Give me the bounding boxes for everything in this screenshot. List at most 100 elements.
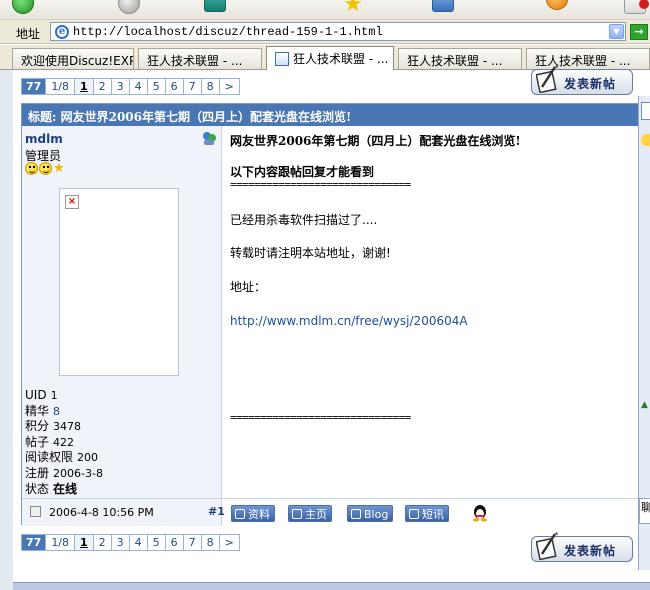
address-url[interactable]: http://localhost/discuz/thread-159-1-1.h…	[73, 25, 383, 39]
pager-page-6[interactable]: 6	[166, 535, 184, 550]
thread-box: 标题: 网友世界2006年第七期（四月上）配套光盘在线浏览! mdlm 管理员 …	[21, 103, 650, 526]
profile-value: 在线	[53, 481, 78, 496]
pager-position: 1/8	[46, 79, 76, 94]
panel-chat-button[interactable]: 聊	[639, 498, 650, 524]
profile-value: 3478	[53, 420, 82, 434]
post-footer: 2006-4-8 10:56 PM #1 资料 主页 Blog 短讯	[22, 498, 650, 526]
profile-row-status: 状态 在线	[25, 482, 103, 498]
pager-page-1[interactable]: 1	[75, 535, 94, 550]
browser-toolbar: ★	[0, 0, 650, 20]
repost-text: 转载时请注明本站地址，谢谢!	[230, 246, 391, 260]
post-body: mdlm 管理员 ★ × UID 1 精华 8 积分 3478 帖子 422 阅…	[22, 126, 650, 498]
pager-top: 77 1/8 1 2 3 4 5 6 7 8 >	[21, 78, 240, 95]
panel-smiley-icon[interactable]	[641, 134, 650, 146]
pager-page-5[interactable]: 5	[148, 79, 166, 94]
pager-page-3[interactable]: 3	[112, 535, 130, 550]
post-time: 2006-4-8 10:56 PM	[49, 506, 154, 519]
back-icon[interactable]	[12, 0, 34, 14]
pager-page-7[interactable]: 7	[184, 535, 202, 550]
profile-row-regdate: 注册 2006-3-8	[25, 466, 103, 482]
avatar: ×	[59, 188, 179, 376]
ie-page-icon: e	[55, 25, 69, 39]
post-heading: 网友世界2006年第七期（四月上）配套光盘在线浏览!	[230, 134, 521, 148]
profile-button[interactable]: 资料	[231, 505, 275, 522]
media-icon[interactable]	[546, 0, 568, 10]
select-post-checkbox[interactable]	[30, 506, 41, 517]
blog-icon	[351, 509, 361, 519]
right-side-panel: ▲ 聊	[638, 96, 650, 570]
profile-key: 帖子	[25, 434, 50, 449]
pager-total: 77	[22, 535, 47, 550]
address-label: 地址	[16, 27, 41, 41]
pager-next[interactable]: >	[220, 79, 239, 94]
msn-icon[interactable]	[201, 130, 217, 146]
pager-page-8[interactable]: 8	[202, 535, 220, 550]
smiley-rank-icon	[39, 162, 52, 175]
pager-page-6[interactable]: 6	[166, 79, 184, 94]
profile-value: 200	[77, 451, 99, 465]
profile-row-posts: 帖子 422	[25, 435, 103, 451]
profile-key: 状态	[25, 481, 50, 496]
new-post-button-top[interactable]: 发表新帖	[531, 65, 633, 95]
pager-page-2[interactable]: 2	[94, 535, 112, 550]
smiley-rank-icon	[25, 162, 38, 175]
profile-row-digest: 精华 8	[25, 404, 103, 420]
pager-page-8[interactable]: 8	[202, 79, 220, 94]
forum-content: 77 1/8 1 2 3 4 5 6 7 8 > 发表新帖 标题: 网友世界20…	[13, 65, 650, 590]
tab-2[interactable]: 狂人技术联盟 - ...	[138, 48, 262, 69]
pager-next[interactable]: >	[220, 535, 239, 550]
author-name[interactable]: mdlm	[25, 132, 63, 146]
next-section-border	[13, 582, 650, 590]
pager-page-3[interactable]: 3	[112, 79, 130, 94]
left-gutter	[0, 70, 13, 590]
mail-icon[interactable]	[624, 0, 649, 14]
address-dropdown-icon[interactable]: ▼	[609, 24, 624, 39]
post-content: 网友世界2006年第七期（四月上）配套光盘在线浏览! 以下内容跟帖回复才能看到 …	[223, 126, 650, 498]
panel-page-icon[interactable]	[641, 102, 650, 120]
qq-icon[interactable]	[472, 504, 488, 522]
star-rank-icon: ★	[53, 161, 65, 176]
pager-page-2[interactable]: 2	[94, 79, 112, 94]
author-profile: UID 1 精华 8 积分 3478 帖子 422 阅读权限 200 注册 2006-3-8…	[25, 388, 103, 497]
author-panel: mdlm 管理员 ★ × UID 1 精华 8 积分 3478 帖子 422 阅…	[22, 126, 222, 498]
address-input[interactable]: e http://localhost/discuz/thread-159-1-1…	[50, 22, 626, 41]
button-label: Blog	[364, 507, 389, 521]
message-icon	[409, 509, 419, 519]
history-icon[interactable]	[432, 0, 454, 12]
address-bar: 地址 e http://localhost/discuz/thread-159-…	[0, 20, 650, 44]
download-link[interactable]: http://www.mdlm.cn/free/wysj/200604A	[230, 314, 468, 328]
pager-page-4[interactable]: 4	[130, 535, 148, 550]
pager-page-5[interactable]: 5	[148, 535, 166, 550]
scanned-text: 已经用杀毒软件扫描过了....	[230, 213, 378, 227]
home-icon[interactable]	[204, 0, 226, 12]
pager-page-7[interactable]: 7	[184, 79, 202, 94]
profile-key: UID	[25, 388, 47, 402]
favorites-star-icon[interactable]: ★	[342, 0, 364, 16]
pm-button[interactable]: 短讯	[405, 505, 449, 522]
profile-value[interactable]: 8	[53, 405, 60, 418]
new-post-button-bottom[interactable]: 发表新帖	[531, 532, 633, 562]
pager-page-1[interactable]: 1	[75, 79, 94, 94]
go-button[interactable]: →	[630, 24, 648, 40]
page-icon	[275, 52, 289, 66]
thread-title: 标题: 网友世界2006年第七期（四月上）配套光盘在线浏览!	[22, 104, 650, 126]
pager-page-4[interactable]: 4	[130, 79, 148, 94]
profile-row-uid: UID 1	[25, 388, 103, 404]
tab-label: 狂人技术联盟 - ...	[293, 52, 389, 66]
tab-1[interactable]: 欢迎使用Discuz!EXP	[12, 48, 134, 69]
floor-number[interactable]: #1	[208, 505, 225, 518]
new-post-label: 发表新帖	[564, 544, 617, 558]
profile-value: 2006-3-8	[53, 466, 103, 480]
profile-key: 阅读权限	[25, 450, 74, 465]
tab-3-active[interactable]: 狂人技术联盟 - ...	[266, 46, 394, 70]
panel-arrow-icon[interactable]: ▲	[641, 400, 648, 410]
blog-button[interactable]: Blog	[347, 505, 394, 522]
homepage-button[interactable]: 主页	[288, 505, 332, 522]
profile-value: 422	[53, 435, 75, 449]
separator-line: ==============================	[230, 178, 411, 191]
tab-4[interactable]: 狂人技术联盟 - ...	[398, 48, 522, 69]
refresh-icon[interactable]	[118, 0, 140, 14]
separator-line-end: ==============================	[230, 411, 411, 424]
rank-stars: ★	[25, 162, 65, 175]
pager-total: 77	[22, 79, 47, 94]
